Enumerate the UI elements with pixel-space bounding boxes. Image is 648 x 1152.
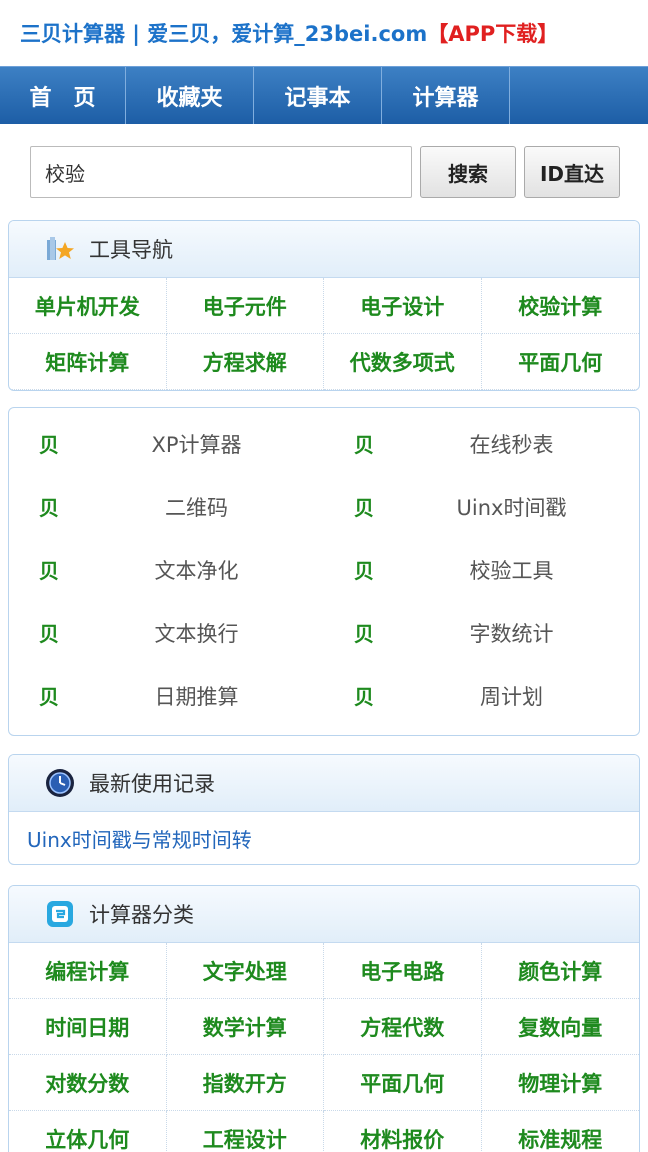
categories-panel: 计算器分类 编程计算 文字处理 电子电路 颜色计算 时间日期 数学计算 方程代数… bbox=[8, 885, 640, 1152]
clock-icon bbox=[45, 768, 75, 798]
tool-label[interactable]: 文本净化 bbox=[69, 555, 324, 585]
tool-item[interactable]: 贝在线秒表 bbox=[324, 429, 639, 459]
bei-marker-icon: 贝 bbox=[354, 685, 374, 709]
category-item[interactable]: 复数向量 bbox=[481, 999, 639, 1055]
tool-label[interactable]: 文本换行 bbox=[69, 618, 324, 648]
tool-row: 贝文本换行 贝字数统计 bbox=[9, 601, 639, 664]
bei-marker-icon: 贝 bbox=[354, 496, 374, 520]
bei-marker-icon: 贝 bbox=[354, 433, 374, 457]
bei-marker-icon: 贝 bbox=[39, 685, 59, 709]
categories-grid: 编程计算 文字处理 电子电路 颜色计算 时间日期 数学计算 方程代数 复数向量 … bbox=[9, 943, 639, 1152]
tool-nav-title: 工具导航 bbox=[89, 238, 173, 262]
search-input[interactable] bbox=[30, 146, 412, 198]
tool-nav-item[interactable]: 校验计算 bbox=[481, 278, 639, 334]
tool-item[interactable]: 贝二维码 bbox=[9, 492, 324, 522]
nav-favorites[interactable]: 收藏夹 bbox=[126, 67, 254, 124]
tools-list: 贝 XP计算器 贝在线秒表 贝二维码 贝 Uinx时间戳 贝文本净化 贝校验工具 贝… bbox=[8, 407, 640, 736]
category-item[interactable]: 编程计算 bbox=[9, 943, 167, 999]
recent-header: 最新使用记录 bbox=[9, 755, 639, 812]
tool-item[interactable]: 贝周计划 bbox=[324, 681, 639, 711]
category-item[interactable]: 对数分数 bbox=[9, 1055, 167, 1111]
tool-item[interactable]: 贝文本换行 bbox=[9, 618, 324, 648]
category-item[interactable]: 标准规程 bbox=[482, 1111, 640, 1152]
tool-item[interactable]: 贝文本净化 bbox=[9, 555, 324, 585]
tool-nav-icon bbox=[45, 234, 75, 264]
bei-marker-icon: 贝 bbox=[354, 559, 374, 583]
tool-row: 贝文本净化 贝校验工具 bbox=[9, 538, 639, 601]
tool-nav-item[interactable]: 矩阵计算 bbox=[9, 334, 167, 390]
tool-label[interactable]: 日期推算 bbox=[69, 681, 324, 711]
categories-title: 计算器分类 bbox=[89, 903, 194, 927]
category-item[interactable]: 颜色计算 bbox=[481, 943, 639, 999]
tool-row: 贝日期推算 贝周计划 bbox=[9, 664, 639, 727]
category-item[interactable]: 电子电路 bbox=[324, 943, 482, 999]
category-item[interactable]: 立体几何 bbox=[9, 1111, 167, 1152]
main-nav: 首页 收藏夹 记事本 计算器 bbox=[0, 66, 648, 124]
tool-label[interactable]: XP计算器 bbox=[69, 429, 324, 459]
tool-label[interactable]: 校验工具 bbox=[384, 555, 639, 585]
search-bar: 搜索 ID直达 bbox=[0, 124, 648, 220]
category-item[interactable]: 指数开方 bbox=[166, 1055, 324, 1111]
search-button[interactable]: 搜索 bbox=[420, 146, 516, 198]
categories-header: 计算器分类 bbox=[9, 886, 639, 943]
tool-item[interactable]: 贝校验工具 bbox=[324, 555, 639, 585]
bei-marker-icon: 贝 bbox=[39, 496, 59, 520]
tool-label[interactable]: 字数统计 bbox=[384, 618, 639, 648]
tool-label[interactable]: 二维码 bbox=[69, 492, 324, 522]
nav-calculator[interactable]: 计算器 bbox=[382, 67, 510, 124]
nav-notepad[interactable]: 记事本 bbox=[254, 67, 382, 124]
tool-nav-header: 工具导航 bbox=[9, 221, 639, 278]
recent-panel: 最新使用记录 Uinx时间戳与常规时间转 bbox=[8, 754, 640, 865]
bei-marker-icon: 贝 bbox=[39, 433, 59, 457]
tool-item[interactable]: 贝 Uinx时间戳 bbox=[324, 492, 639, 522]
tool-label[interactable]: 在线秒表 bbox=[384, 429, 639, 459]
category-item[interactable]: 方程代数 bbox=[324, 999, 482, 1055]
category-icon bbox=[45, 899, 75, 929]
category-item[interactable]: 平面几何 bbox=[324, 1055, 482, 1111]
site-title[interactable]: 三贝计算器 | 爱三贝，爱计算_23bei.com bbox=[20, 18, 427, 48]
category-item[interactable]: 工程设计 bbox=[167, 1111, 324, 1152]
category-item[interactable]: 文字处理 bbox=[166, 943, 324, 999]
tool-label[interactable]: 周计划 bbox=[384, 681, 639, 711]
recent-item[interactable]: Uinx时间戳与常规时间转 bbox=[9, 812, 639, 864]
tool-item[interactable]: 贝字数统计 bbox=[324, 618, 639, 648]
nav-home[interactable]: 首页 bbox=[0, 67, 126, 124]
app-download-link[interactable]: 【APP下载】 bbox=[427, 18, 558, 48]
site-banner[interactable]: 三贝计算器 | 爱三贝，爱计算_23bei.com 【APP下载】 bbox=[0, 0, 648, 66]
tool-item[interactable]: 贝 XP计算器 bbox=[9, 429, 324, 459]
tool-nav-item[interactable]: 代数多项式 bbox=[324, 334, 482, 390]
category-item[interactable]: 物理计算 bbox=[481, 1055, 639, 1111]
tool-nav-grid: 单片机开发 电子元件 电子设计 校验计算 矩阵计算 方程求解 代数多项式 平面几… bbox=[9, 278, 639, 390]
tool-nav-item[interactable]: 电子元件 bbox=[166, 278, 324, 334]
bei-marker-icon: 贝 bbox=[39, 559, 59, 583]
tool-nav-item[interactable]: 平面几何 bbox=[481, 334, 639, 390]
tool-row: 贝二维码 贝 Uinx时间戳 bbox=[9, 475, 639, 538]
recent-title: 最新使用记录 bbox=[89, 772, 215, 796]
bei-marker-icon: 贝 bbox=[354, 622, 374, 646]
tool-nav-item[interactable]: 单片机开发 bbox=[9, 278, 167, 334]
tool-item[interactable]: 贝日期推算 bbox=[9, 681, 324, 711]
category-item[interactable]: 材料报价 bbox=[324, 1111, 482, 1152]
tool-nav-item[interactable]: 方程求解 bbox=[166, 334, 324, 390]
tool-row: 贝 XP计算器 贝在线秒表 bbox=[9, 412, 639, 475]
category-item[interactable]: 时间日期 bbox=[9, 999, 167, 1055]
tool-nav-item[interactable]: 电子设计 bbox=[324, 278, 482, 334]
bei-marker-icon: 贝 bbox=[39, 622, 59, 646]
tool-label[interactable]: Uinx时间戳 bbox=[384, 492, 639, 522]
id-direct-button[interactable]: ID直达 bbox=[524, 146, 620, 198]
category-item[interactable]: 数学计算 bbox=[166, 999, 324, 1055]
tool-nav-panel: 工具导航 单片机开发 电子元件 电子设计 校验计算 矩阵计算 方程求解 代数多项… bbox=[8, 220, 640, 391]
